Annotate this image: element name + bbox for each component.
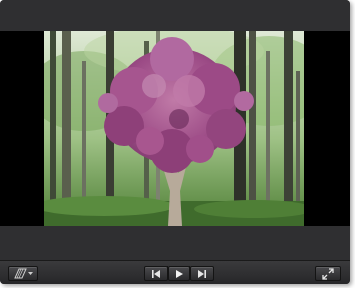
top-frame-band	[0, 0, 350, 31]
bottom-frame-band	[0, 226, 350, 260]
parallelogram-view-icon	[14, 268, 33, 279]
view-mode-button[interactable]	[8, 266, 38, 281]
video-player-window	[0, 0, 350, 284]
previous-button[interactable]	[144, 266, 168, 281]
play-icon	[176, 269, 183, 278]
video-frame	[44, 31, 304, 226]
skip-next-icon	[198, 269, 206, 278]
video-viewer[interactable]	[0, 31, 350, 226]
skip-previous-icon	[152, 269, 160, 278]
expand-fullscreen-icon	[322, 267, 334, 280]
player-controls-bar	[0, 260, 350, 284]
play-button[interactable]	[168, 266, 190, 281]
fullscreen-button[interactable]	[315, 266, 341, 281]
next-button[interactable]	[190, 266, 214, 281]
